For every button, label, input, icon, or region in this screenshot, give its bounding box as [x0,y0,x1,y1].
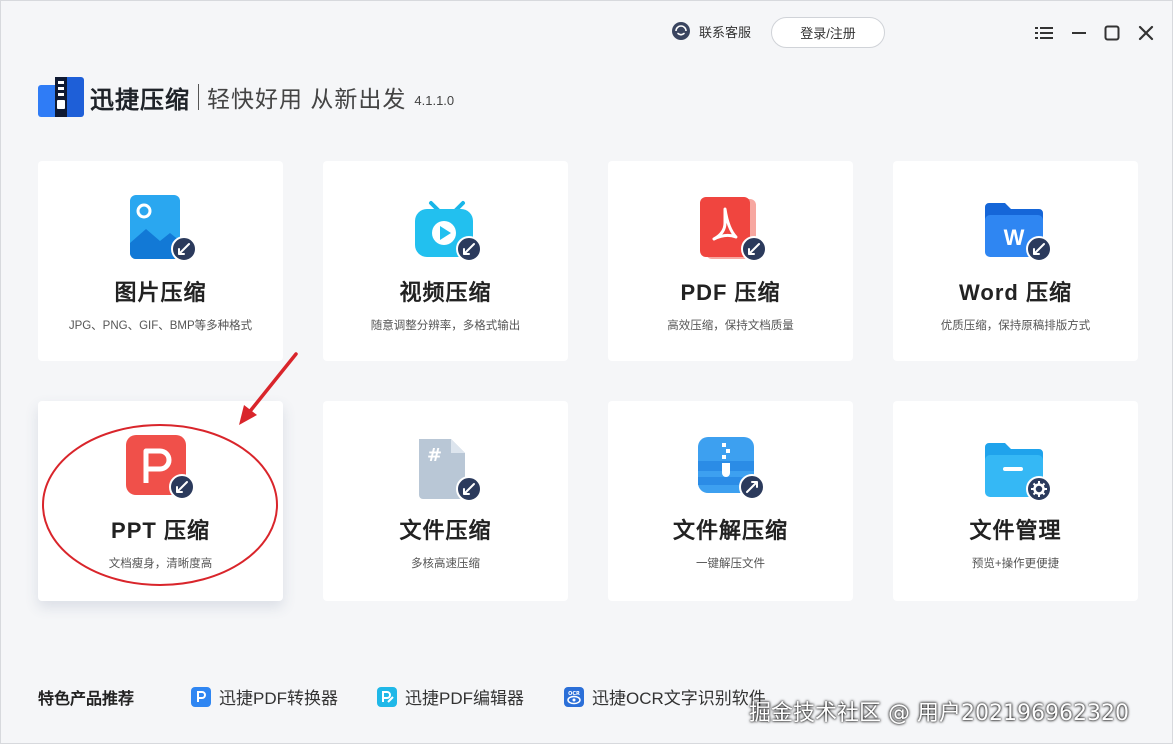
close-button[interactable] [1136,23,1156,43]
app-logo-icon [38,77,84,117]
card-description: 优质压缩，保持原稿排版方式 [940,320,1091,332]
card-description: 一键解压文件 [696,558,765,570]
card-title: PPT 压缩 [111,518,210,543]
product-label: 迅捷PDF转换器 [219,689,338,708]
pdf-converter-icon [191,686,211,707]
app-name: 迅捷压缩 [90,86,190,114]
file-manage-icon [985,443,1052,502]
top-bar: 联系客服 登录/注册 [1,15,1172,51]
ocr-icon: OCR [564,686,584,707]
card-description: 高效压缩，保持文档质量 [667,320,794,332]
menu-button[interactable] [1034,23,1054,43]
file-compress-icon: # [419,439,482,502]
app-window: 联系客服 登录/注册 迅捷压缩 轻快好用 从新出发 4.1.1.0 图片压缩 J… [0,0,1173,744]
product-label: 迅捷OCR文字识别软件 [592,689,766,708]
app-version: 4.1.1.0 [414,92,455,108]
minimize-icon [1072,32,1086,34]
card-video-compress[interactable]: 视频压缩 随意调整分辨率，多格式输出 [323,161,568,361]
close-icon [1138,25,1154,41]
app-slogan: 轻快好用 从新出发 [207,86,407,112]
card-file-manage[interactable]: 文件管理 预览+操作更便捷 [893,401,1138,601]
card-title: 文件压缩 [399,518,492,543]
card-description: 文档瘦身，清晰度高 [108,558,213,570]
file-decompress-icon [698,437,765,500]
card-image-compress[interactable]: 图片压缩 JPG、PNG、GIF、BMP等多种格式 [38,161,283,361]
pdf-editor-icon [377,686,397,707]
pdf-compress-icon [700,197,767,262]
header-divider [198,84,199,110]
product-link-ocr[interactable]: OCR 迅捷OCR文字识别软件 [564,684,766,709]
svg-text:#: # [427,445,442,466]
svg-text:W: W [1004,225,1025,250]
card-title: 文件管理 [969,518,1062,543]
card-pdf-compress[interactable]: PDF 压缩 高效压缩，保持文档质量 [608,161,853,361]
card-title: PDF 压缩 [680,280,781,305]
card-description: 多核高速压缩 [411,558,480,570]
card-description: 随意调整分辨率，多格式输出 [370,320,521,332]
customer-service-label: 联系客服 [699,24,752,40]
card-description: 预览+操作更便捷 [971,558,1060,570]
app-header: 迅捷压缩 轻快好用 从新出发 4.1.1.0 [38,77,454,117]
word-compress-icon: W [985,203,1052,262]
card-ppt-compress[interactable]: PPT 压缩 文档瘦身，清晰度高 [38,401,283,601]
maximize-button[interactable] [1102,23,1122,43]
card-word-compress[interactable]: W Word 压缩 优质压缩，保持原稿排版方式 [893,161,1138,361]
product-label: 迅捷PDF编辑器 [405,689,524,708]
minimize-button[interactable] [1069,23,1089,43]
card-file-compress[interactable]: # 文件压缩 多核高速压缩 [323,401,568,601]
featured-products-label: 特色产品推荐 [38,691,135,708]
list-menu-icon [1035,27,1053,39]
product-link-pdf-converter[interactable]: 迅捷PDF转换器 [191,684,338,709]
card-title: 文件解压缩 [672,518,788,543]
maximize-icon [1104,25,1120,41]
card-file-decompress[interactable]: 文件解压缩 一键解压文件 [608,401,853,601]
image-compress-icon [130,195,197,262]
watermark-text: 掘金技术社区 @ 用户202196962320 [749,701,1129,726]
video-compress-icon [415,201,482,262]
headset-icon [672,22,690,40]
customer-service-link[interactable]: 联系客服 [671,21,751,41]
card-title: 视频压缩 [399,280,492,305]
card-title: Word 压缩 [959,280,1072,305]
card-description: JPG、PNG、GIF、BMP等多种格式 [68,320,253,332]
product-link-pdf-editor[interactable]: 迅捷PDF编辑器 [377,684,524,709]
login-register-button[interactable]: 登录/注册 [771,17,885,48]
ppt-compress-icon [126,435,195,500]
card-title: 图片压缩 [114,280,207,305]
